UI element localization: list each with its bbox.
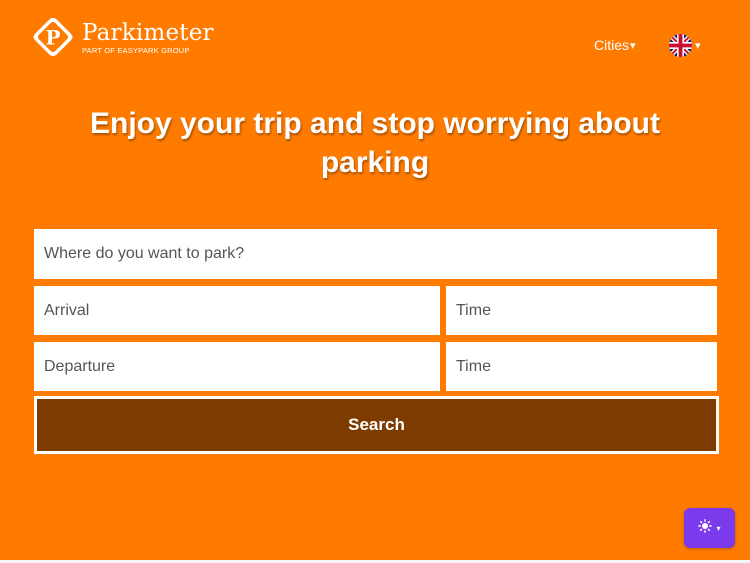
arrival-date-field[interactable]	[34, 286, 440, 335]
chevron-down-icon: ▾	[716, 523, 721, 533]
sun-icon	[698, 518, 713, 538]
hero-title: Enjoy your trip and stop worrying about …	[89, 107, 660, 179]
chevron-down-icon: ▾	[695, 40, 701, 52]
parkimeter-logo-icon: P	[31, 15, 75, 59]
arrival-time-field[interactable]	[446, 286, 717, 335]
brand-logo[interactable]: P Parkimeter PART OF EASYPARK GROUP	[31, 15, 214, 59]
language-selector[interactable]: ▾	[669, 34, 701, 57]
brand-name: Parkimeter	[82, 19, 214, 46]
svg-text:P: P	[45, 26, 60, 50]
brand-subtitle: PART OF EASYPARK GROUP	[82, 45, 190, 55]
location-search-input[interactable]	[34, 229, 717, 279]
departure-time-field[interactable]	[446, 342, 717, 391]
chevron-down-icon: ▾	[630, 39, 636, 52]
departure-date-field[interactable]	[34, 342, 440, 391]
theme-toggle-button[interactable]: ▾	[684, 508, 735, 548]
uk-flag-icon	[669, 34, 692, 57]
cities-menu[interactable]: Cities ▾	[594, 37, 636, 53]
search-button[interactable]: Search	[34, 396, 719, 454]
cities-label: Cities	[594, 37, 630, 53]
